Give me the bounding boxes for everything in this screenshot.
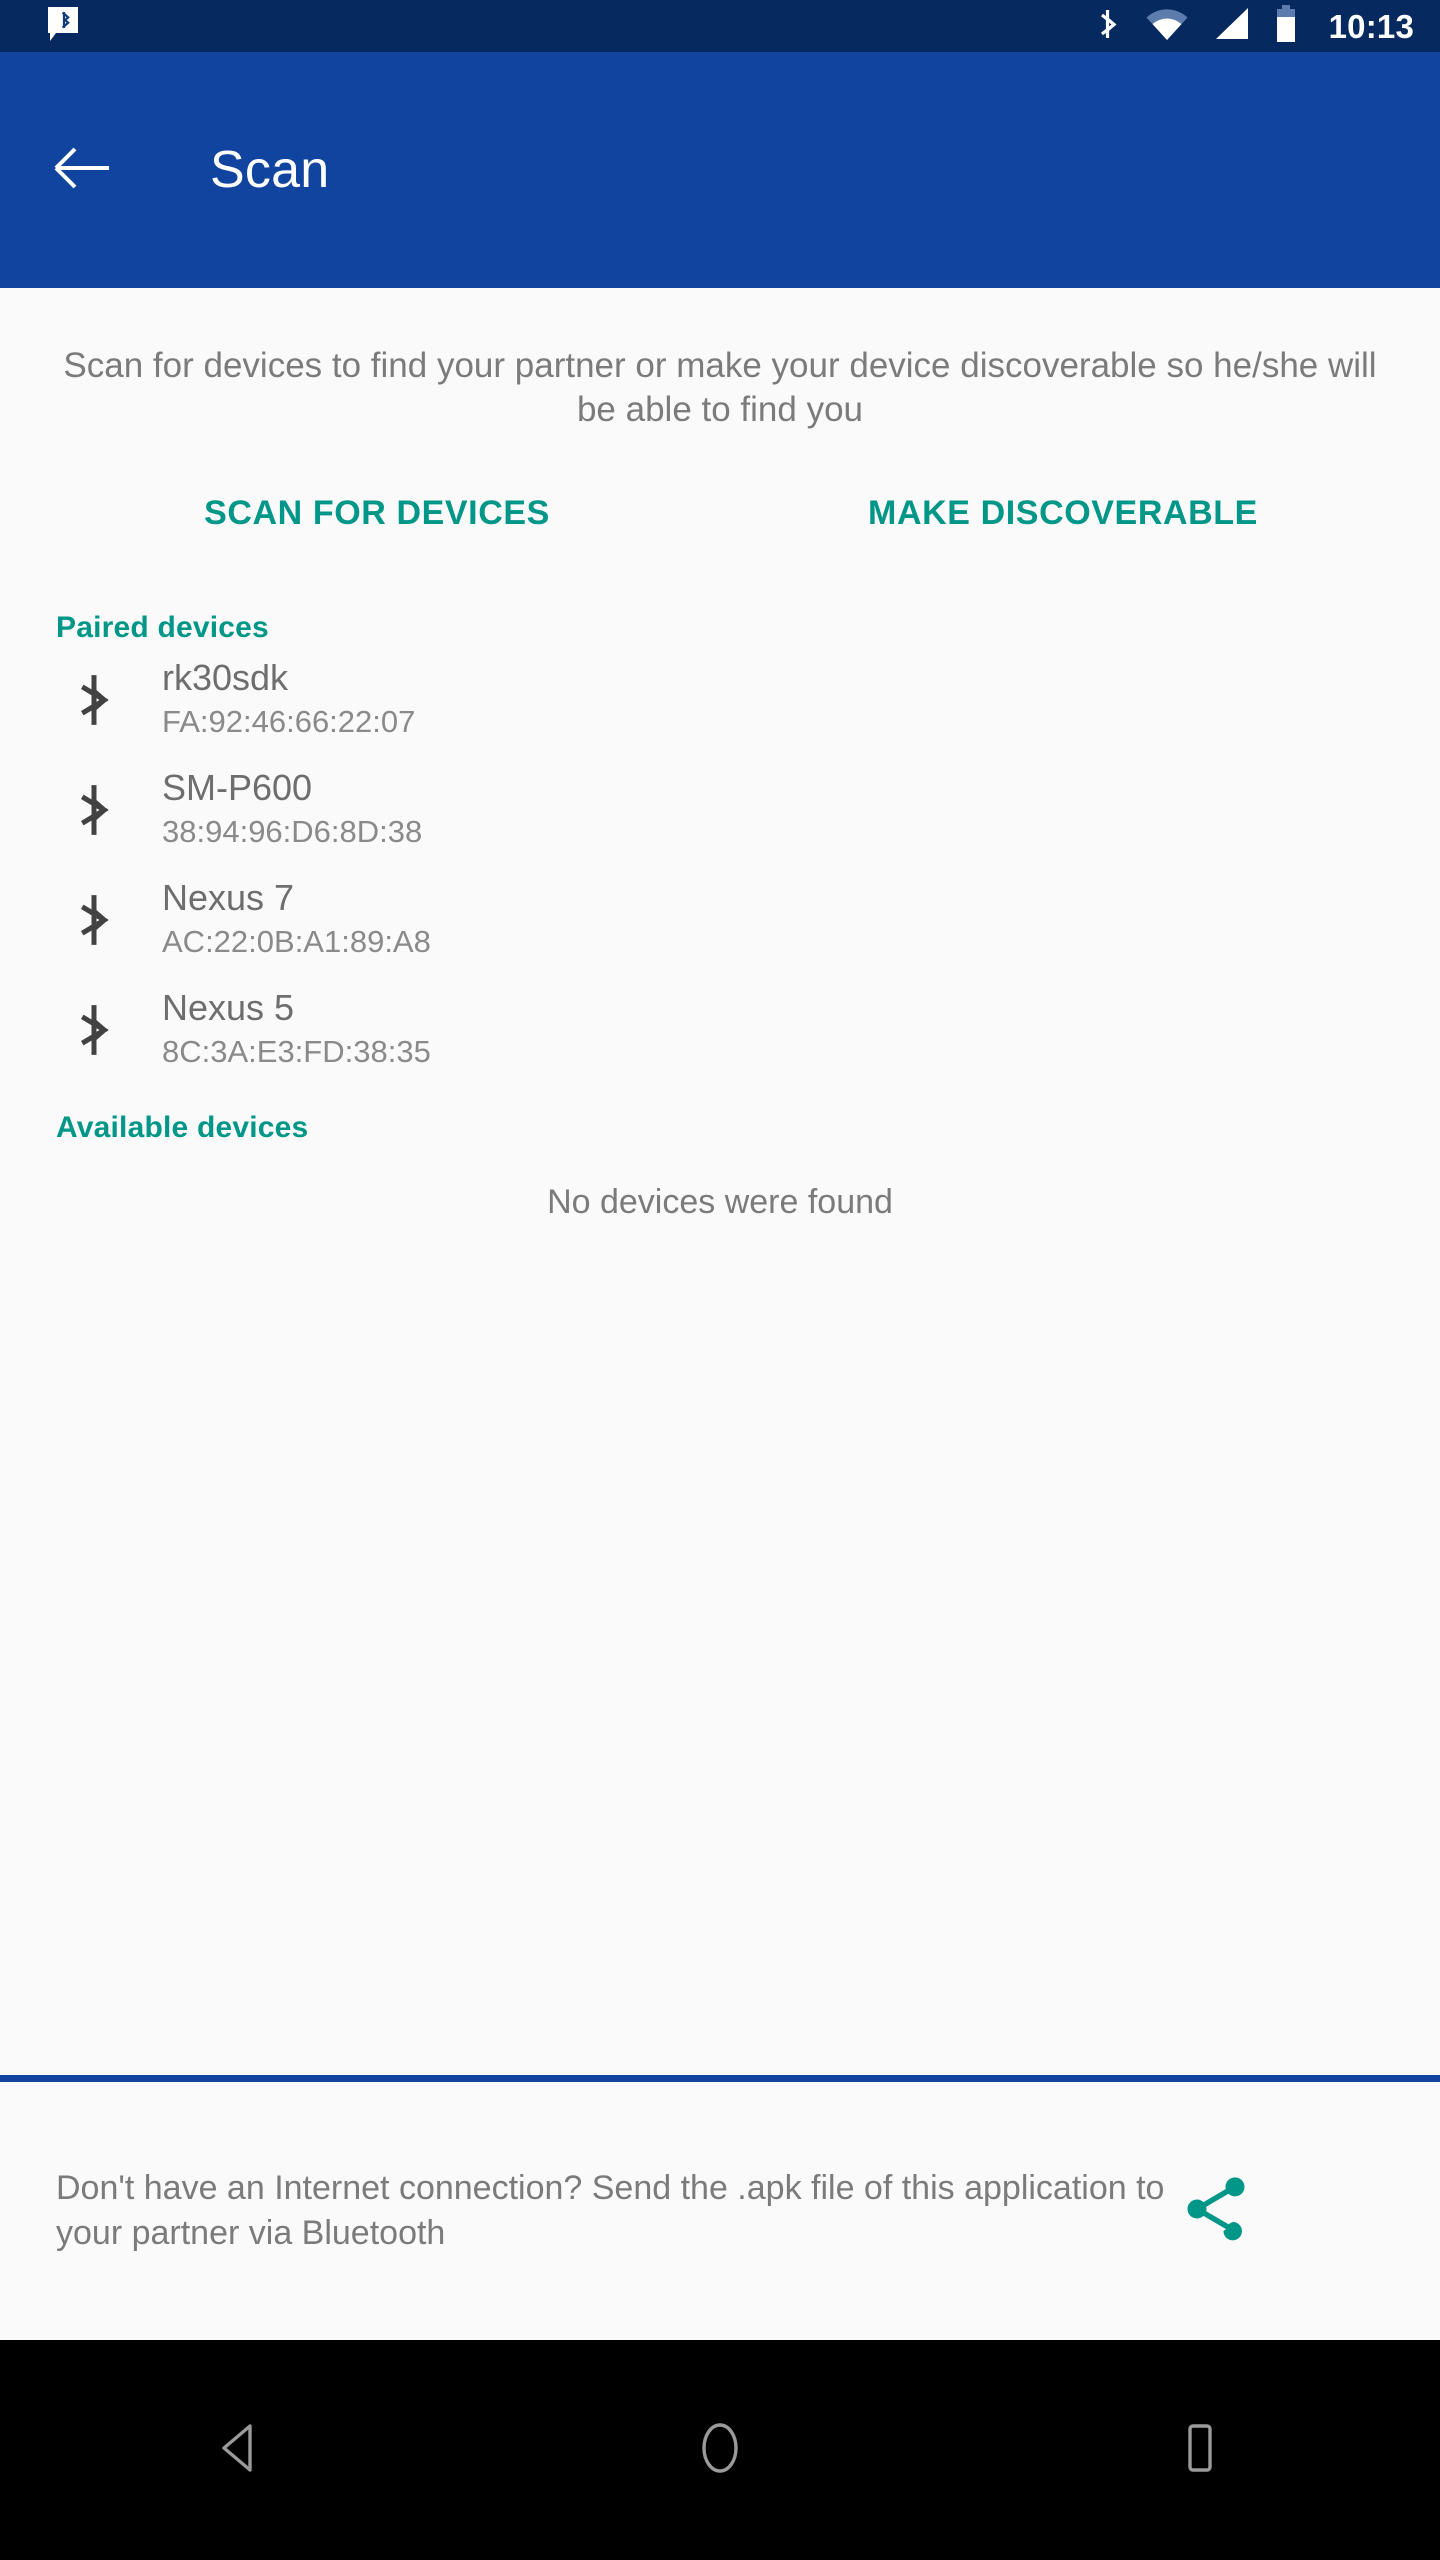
list-item[interactable]: rk30sdk FA:92:46:66:22:07 <box>0 645 1440 755</box>
scan-for-devices-button[interactable]: SCAN FOR DEVICES <box>34 476 720 551</box>
nav-recents-square-icon <box>1177 2420 1223 2481</box>
device-mac-address: 8C:3A:E3:FD:38:35 <box>162 1033 431 1069</box>
nav-back-triangle-icon <box>214 2420 266 2481</box>
available-devices-header: Available devices <box>56 1110 309 1144</box>
system-navigation-bar <box>0 2340 1440 2560</box>
bluetooth-message-icon <box>46 5 80 48</box>
nav-recents-button[interactable] <box>1120 2395 1280 2505</box>
no-devices-message: No devices were found <box>547 1182 893 1221</box>
device-name: Nexus 5 <box>162 987 295 1029</box>
cellular-signal-icon <box>1211 6 1251 47</box>
send-apk-text: Don't have an Internet connection? Send … <box>56 2169 1165 2252</box>
list-item[interactable]: SM-P600 38:94:96:D6:8D:38 <box>0 755 1440 865</box>
bluetooth-icon <box>70 999 118 1061</box>
app-bar: Scan <box>0 52 1440 288</box>
footer-divider <box>0 2075 1440 2082</box>
nav-home-button[interactable] <box>640 2395 800 2505</box>
back-button[interactable] <box>46 134 118 206</box>
device-name: rk30sdk <box>162 657 289 699</box>
share-button[interactable] <box>1166 2171 1266 2252</box>
scan-description: Scan for devices to find your partner or… <box>63 346 1377 429</box>
device-mac-address: FA:92:46:66:22:07 <box>162 703 416 739</box>
device-name: Nexus 7 <box>162 877 295 919</box>
make-discoverable-button[interactable]: MAKE DISCOVERABLE <box>720 476 1406 551</box>
nav-home-circle-icon <box>694 2418 746 2483</box>
share-icon <box>1178 2171 1254 2252</box>
status-bar-notifications <box>46 5 80 48</box>
device-info: Nexus 7 AC:22:0B:A1:89:A8 <box>162 877 431 961</box>
list-item[interactable]: Nexus 7 AC:22:0B:A1:89:A8 <box>0 865 1440 975</box>
bluetooth-icon <box>70 779 118 841</box>
app-screen: 10:13 Scan Scan for devices to find your… <box>0 0 1440 2560</box>
send-apk-footer[interactable]: Don't have an Internet connection? Send … <box>0 2082 1440 2340</box>
status-bar: 10:13 <box>0 0 1440 52</box>
device-info: SM-P600 38:94:96:D6:8D:38 <box>162 767 422 851</box>
paired-devices-header: Paired devices <box>56 610 269 644</box>
action-buttons-row: SCAN FOR DEVICES MAKE DISCOVERABLE <box>0 476 1440 551</box>
device-info: rk30sdk FA:92:46:66:22:07 <box>162 657 415 741</box>
back-arrow-icon <box>53 145 111 196</box>
nav-back-button[interactable] <box>160 2395 320 2505</box>
device-info: Nexus 5 8C:3A:E3:FD:38:35 <box>162 987 431 1071</box>
device-mac-address: AC:22:0B:A1:89:A8 <box>162 923 431 959</box>
paired-devices-list: rk30sdk FA:92:46:66:22:07 SM-P600 38:94:… <box>0 645 1440 1085</box>
device-mac-address: 38:94:96:D6:8D:38 <box>162 813 423 849</box>
status-bar-system-icons: 10:13 <box>1093 4 1414 49</box>
wifi-icon <box>1145 6 1189 47</box>
bluetooth-icon <box>70 889 118 951</box>
bluetooth-icon <box>70 669 118 731</box>
list-item[interactable]: Nexus 5 8C:3A:E3:FD:38:35 <box>0 975 1440 1085</box>
device-name: SM-P600 <box>162 767 313 809</box>
status-bar-clock: 10:13 <box>1328 7 1414 45</box>
battery-icon <box>1273 4 1299 49</box>
page-title: Scan <box>210 141 330 199</box>
content-area: Scan for devices to find your partner or… <box>0 288 1440 2075</box>
bluetooth-icon <box>1093 4 1123 49</box>
